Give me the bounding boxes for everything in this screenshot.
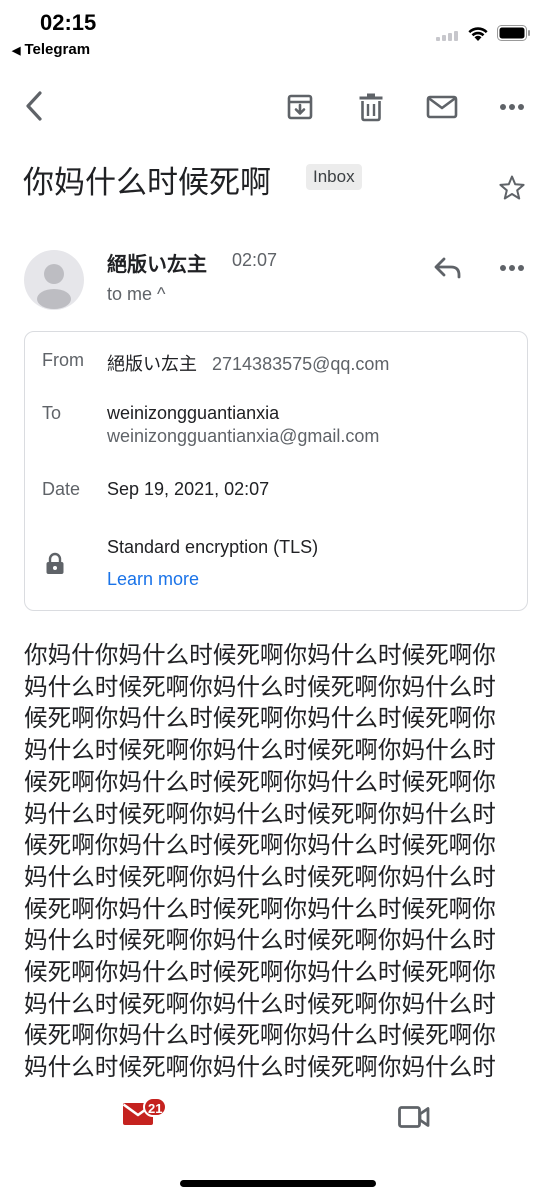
delete-icon (359, 93, 383, 122)
recipient-toggle[interactable]: to me ^ (107, 284, 165, 305)
date-value: Sep 19, 2021, 02:07 (107, 479, 270, 499)
from-value: 絕版い厷主 2714383575@qq.com (107, 350, 389, 376)
reply-button[interactable] (430, 250, 466, 286)
avatar[interactable] (24, 250, 84, 310)
bottom-divider (0, 1080, 554, 1086)
delete-button[interactable] (353, 89, 389, 125)
more-horizontal-icon (500, 265, 524, 271)
cellular-signal-icon (436, 31, 458, 41)
date-label: Date (42, 479, 81, 499)
mail-outline-icon (426, 95, 458, 119)
sender-name[interactable]: 絕版い厷主 (107, 248, 207, 277)
archive-icon (287, 94, 313, 120)
back-triangle-icon: ◀ (12, 45, 21, 57)
email-body: 你妈什你妈什么时候死啊你妈什么时候死啊你妈什么时候死啊你妈什么时候死啊你妈什么时… (24, 641, 496, 1082)
home-indicator[interactable] (180, 1180, 376, 1187)
reply-icon (434, 257, 461, 279)
unread-count-badge: 21 (143, 1097, 168, 1117)
message-details-card: From 絕版い厷主 2714383575@qq.com To weinizon… (24, 331, 528, 611)
lock-icon (46, 552, 64, 574)
more-options-button[interactable] (494, 89, 530, 125)
back-button[interactable] (16, 88, 52, 124)
back-arrow-icon (26, 91, 42, 121)
label-badge[interactable]: Inbox (306, 164, 362, 190)
encryption-text: Standard encryption (TLS) (107, 537, 319, 557)
to-name: weinizongguantianxia (107, 403, 280, 423)
mark-unread-button[interactable] (424, 89, 460, 125)
from-email[interactable]: 2714383575@qq.com (212, 354, 389, 374)
archive-button[interactable] (282, 89, 318, 125)
wifi-icon (468, 27, 488, 41)
status-time: 02:15 (40, 10, 97, 35)
battery-icon (497, 25, 530, 41)
video-camera-icon (398, 1106, 430, 1128)
learn-more-link[interactable]: Learn more (107, 569, 199, 590)
to-label: To (42, 403, 62, 423)
back-to-app-link[interactable]: ◀ Telegram (12, 41, 90, 58)
person-icon (37, 264, 71, 309)
email-subject: 你妈什么时候死啊 (23, 165, 271, 201)
from-name: 絕版い厷主 (107, 354, 197, 374)
to-email[interactable]: weinizongguantianxia@gmail.com (107, 426, 379, 447)
star-icon (499, 175, 525, 200)
star-button[interactable] (494, 170, 530, 206)
from-label: From (42, 350, 84, 370)
meet-tab[interactable] (398, 1105, 430, 1133)
message-more-button[interactable] (494, 250, 530, 286)
more-horizontal-icon (500, 104, 524, 110)
back-app-label: Telegram (24, 41, 91, 58)
email-time: 02:07 (232, 250, 278, 270)
